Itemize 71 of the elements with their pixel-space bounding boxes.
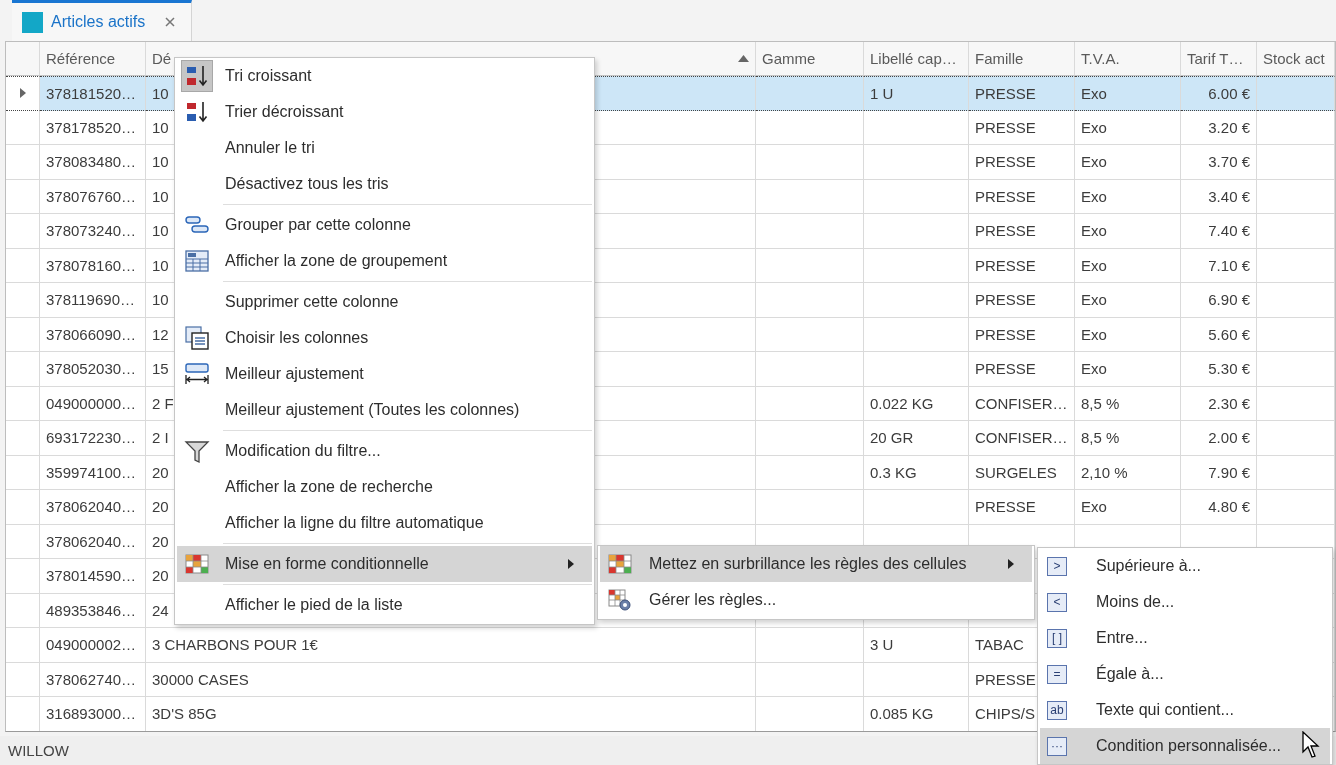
table-cell: Exo: [1075, 214, 1181, 249]
symbol-icon: <: [1047, 592, 1067, 612]
table-cell: Exo: [1075, 490, 1181, 525]
table-cell: 1 U: [864, 76, 969, 111]
symbol-icon: ab: [1047, 700, 1067, 720]
table-cell: 378014590…: [40, 559, 146, 594]
table-cell: 5.30 €: [1181, 352, 1257, 387]
color-grid-icon: [607, 551, 633, 577]
table-cell: 316893000…: [40, 697, 146, 731]
current-row-icon: [19, 88, 26, 99]
table-cell: 6.00 €: [1181, 76, 1257, 111]
color-grid-icon: [184, 551, 210, 577]
column-header[interactable]: Stock act: [1257, 42, 1335, 76]
table-cell: 378052030…: [40, 352, 146, 387]
table-cell: Exo: [1075, 283, 1181, 318]
table-gear-icon: [607, 587, 633, 613]
mouse-cursor-icon: [1302, 731, 1322, 759]
table-icon: [184, 248, 210, 274]
column-header[interactable]: T.V.A.: [1075, 42, 1181, 76]
menu-item[interactable]: Mise en forme conditionnelle: [177, 541, 592, 582]
symbol-icon: >: [1047, 556, 1067, 576]
symbol-icon: =: [1047, 664, 1067, 684]
table-cell: 4.80 €: [1181, 490, 1257, 525]
close-icon[interactable]: [163, 15, 178, 29]
menu-item[interactable]: Mettez en surbrillance les règles des cellules: [600, 546, 1032, 582]
table-cell: 2.00 €: [1181, 421, 1257, 456]
table-cell: 378083480…: [40, 145, 146, 180]
column-header[interactable]: Famille: [969, 42, 1075, 76]
table-cell: Exo: [1075, 145, 1181, 180]
column-header[interactable]: Libellé cap…: [864, 42, 969, 76]
menu-item[interactable]: > Supérieure à...: [1040, 548, 1330, 584]
table-cell: 0.085 KG: [864, 697, 969, 731]
table-cell: CONFISER…: [969, 421, 1075, 456]
column-header[interactable]: Référence: [40, 42, 146, 76]
table-cell: 3D'S 85G: [146, 697, 756, 731]
column-header[interactable]: Tarif T…: [1181, 42, 1257, 76]
table-cell: 8,5 %: [1075, 421, 1181, 456]
table-cell: 3.70 €: [1181, 145, 1257, 180]
table-cell: PRESSE: [969, 352, 1075, 387]
caret-icon: [1008, 559, 1014, 569]
table-cell: 3 U: [864, 628, 969, 663]
table-cell: PRESSE: [969, 76, 1075, 111]
table-cell: 3 CHARBONS POUR 1€: [146, 628, 756, 663]
filter-icon: [184, 438, 210, 464]
table-cell: 378181520…: [40, 76, 146, 111]
table-cell: PRESSE: [969, 214, 1075, 249]
tab[interactable]: Articles actifs: [12, 0, 193, 41]
sort-descending-icon: [184, 99, 210, 125]
table-cell: PRESSE: [969, 283, 1075, 318]
symbol-icon: ···: [1047, 736, 1067, 756]
table-cell: 7.40 €: [1181, 214, 1257, 249]
sort-arrow-icon: [738, 55, 749, 62]
column-header[interactable]: Gamme: [756, 42, 864, 76]
status-text: WILLOW: [8, 742, 69, 759]
menu-item[interactable]: < Moins de...: [1040, 584, 1330, 620]
table-cell: 693172230…: [40, 421, 146, 456]
table-cell: PRESSE: [969, 145, 1075, 180]
table-cell: PRESSE: [969, 490, 1075, 525]
table-cell: Exo: [1075, 76, 1181, 111]
table-cell: 378073240…: [40, 214, 146, 249]
table-cell: 6.90 €: [1181, 283, 1257, 318]
menu-item[interactable]: ··· Condition personnalisée...: [1040, 728, 1330, 764]
table-cell: 20 GR: [864, 421, 969, 456]
table-cell: 049000002…: [40, 628, 146, 663]
best-fit-icon: [184, 361, 210, 387]
table-cell: 378119690…: [40, 283, 146, 318]
columns-icon: [184, 325, 210, 351]
caret-icon: [568, 559, 574, 569]
table-cell: Exo: [1075, 352, 1181, 387]
symbol-icon: [ ]: [1047, 628, 1067, 648]
table-cell: 378062040…: [40, 490, 146, 525]
